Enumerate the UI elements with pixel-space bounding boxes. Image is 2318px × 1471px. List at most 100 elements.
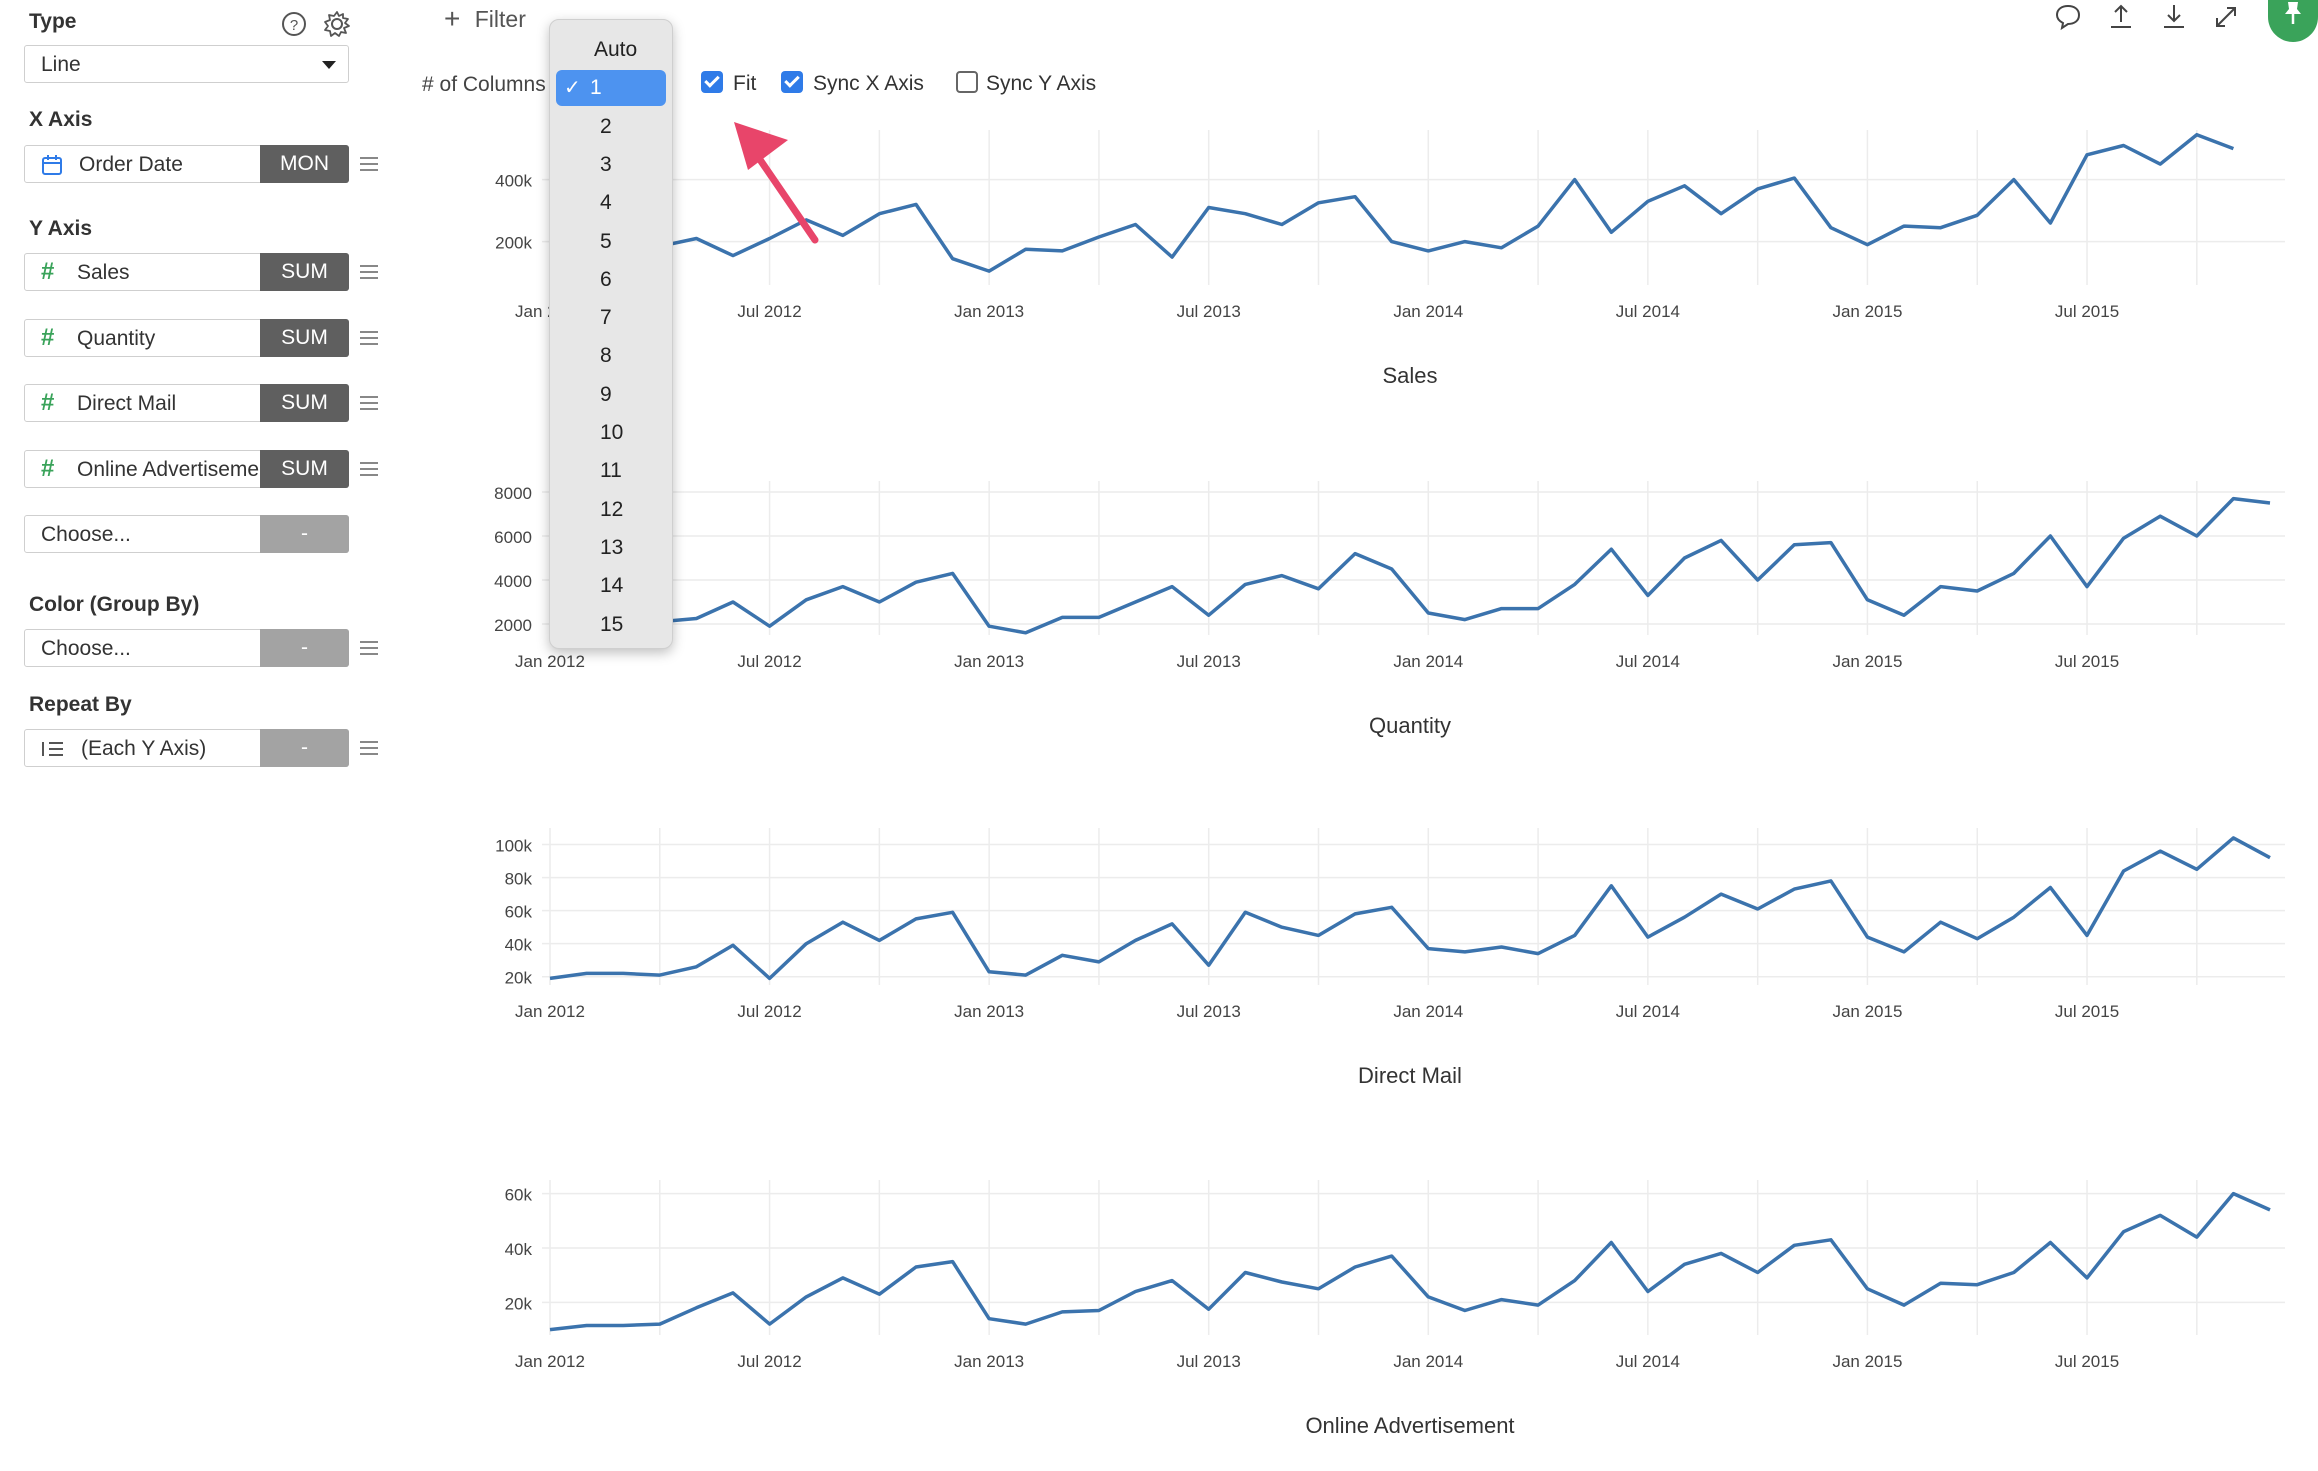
columns-option[interactable]: 8 bbox=[556, 338, 666, 374]
drag-handle-icon[interactable] bbox=[360, 157, 378, 171]
x-tick-label: Jul 2015 bbox=[2055, 1002, 2119, 1021]
line-chart-panel: 200k400kJan 2012Jul 2012Jan 2013Jul 2013… bbox=[495, 130, 2285, 388]
x-tick-label: Jan 2013 bbox=[954, 652, 1024, 671]
chart-title: Sales bbox=[1382, 363, 1437, 388]
columns-option[interactable]: ✓ 1 bbox=[556, 70, 666, 107]
columns-option[interactable]: 13 bbox=[556, 530, 666, 566]
columns-option[interactable]: 9 bbox=[556, 377, 666, 413]
y-axis-field-label: Sales bbox=[77, 261, 130, 284]
x-tick-label: Jul 2013 bbox=[1177, 302, 1241, 321]
columns-option-label: 8 bbox=[600, 344, 612, 368]
y-tick-label: 40k bbox=[505, 936, 533, 955]
color-group-label: Color (Group By) bbox=[29, 593, 200, 616]
x-axis-agg-button[interactable]: MON bbox=[260, 145, 349, 183]
x-axis-field[interactable]: Order Date MON bbox=[24, 145, 349, 183]
line-chart-panel: 20k 40k 60k 80k 100k Jan 2012 Jul 2012 Jan 2013… bbox=[495, 828, 2285, 1088]
y-axis-label: Y Axis bbox=[29, 217, 93, 240]
columns-option-label: 10 bbox=[600, 421, 624, 444]
repeat-by-field[interactable]: (Each Y Axis) - bbox=[24, 729, 349, 767]
y-axis-agg-button[interactable]: SUM bbox=[260, 384, 349, 422]
y-axis-field-sales[interactable]: # Sales SUM bbox=[24, 253, 349, 291]
y-axis-field-quantity[interactable]: # Quantity SUM bbox=[24, 319, 349, 357]
columns-option[interactable]: 15 bbox=[556, 607, 666, 643]
line-chart-panel: 2000 4000 6000 8000 Jan 2012 Jul 2012 Jan 2013… bbox=[494, 481, 2285, 738]
drag-handle-icon[interactable] bbox=[360, 396, 378, 410]
numeric-icon: # bbox=[41, 389, 55, 416]
y-tick-label: 6000 bbox=[494, 528, 532, 547]
drag-handle-icon[interactable] bbox=[360, 741, 378, 755]
columns-dropdown-menu[interactable]: Auto ✓ 1 2 3 4 5 6 7 8 9 10 11 12 13 14 15 bbox=[549, 19, 673, 649]
columns-option[interactable]: 2 bbox=[556, 109, 666, 145]
y-tick-label: 8000 bbox=[494, 484, 532, 503]
y-axis-choose-agg[interactable]: - bbox=[260, 515, 349, 553]
help-icon[interactable]: ? bbox=[280, 10, 308, 38]
x-tick-label: Jul 2014 bbox=[1616, 1002, 1680, 1021]
y-axis-agg-button[interactable]: SUM bbox=[260, 319, 349, 357]
columns-option[interactable]: 6 bbox=[556, 262, 666, 298]
x-tick-label: Jul 2015 bbox=[2055, 1352, 2119, 1371]
columns-option[interactable]: Auto bbox=[556, 32, 666, 68]
y-tick-label: 100k bbox=[495, 837, 532, 856]
x-tick-label: Jul 2013 bbox=[1177, 1002, 1241, 1021]
color-group-field[interactable]: Choose... - bbox=[24, 629, 349, 667]
expand-icon[interactable] bbox=[2211, 2, 2241, 32]
drag-handle-icon[interactable] bbox=[360, 641, 378, 655]
x-tick-label: Jan 2014 bbox=[1393, 1352, 1463, 1371]
x-tick-label: Jul 2013 bbox=[1177, 652, 1241, 671]
columns-option-label: 1 bbox=[590, 76, 602, 100]
x-tick-label: Jul 2014 bbox=[1616, 1352, 1680, 1371]
columns-option[interactable]: 14 bbox=[556, 568, 666, 604]
x-tick-label: Jul 2012 bbox=[737, 1352, 801, 1371]
columns-option-label: 3 bbox=[600, 152, 612, 176]
comment-icon[interactable] bbox=[2053, 2, 2083, 32]
fit-label: Fit bbox=[733, 72, 757, 95]
drag-handle-icon[interactable] bbox=[360, 265, 378, 279]
columns-option[interactable]: 5 bbox=[556, 224, 666, 260]
chevron-down-icon bbox=[322, 61, 336, 69]
columns-option-label: Auto bbox=[594, 38, 638, 61]
gear-icon[interactable] bbox=[322, 9, 352, 39]
columns-option-label: 14 bbox=[600, 574, 624, 598]
y-axis-field-online-advertisement[interactable]: # Online Advertisement SUM bbox=[24, 450, 349, 488]
download-icon[interactable] bbox=[2159, 2, 2189, 32]
columns-option[interactable]: 3 bbox=[556, 147, 666, 183]
y-axis-choose-field[interactable]: Choose... - bbox=[24, 515, 349, 553]
sync-x-axis-checkbox[interactable] bbox=[781, 71, 803, 93]
columns-option-label: 2 bbox=[600, 114, 612, 138]
sync-y-axis-checkbox[interactable] bbox=[956, 71, 978, 93]
plus-icon: + bbox=[444, 3, 461, 34]
columns-option[interactable]: 7 bbox=[556, 300, 666, 336]
x-tick-label: Jul 2012 bbox=[737, 1002, 801, 1021]
columns-option[interactable]: 4 bbox=[556, 185, 666, 221]
x-tick-label: Jan 2014 bbox=[1393, 1002, 1463, 1021]
chart-type-select[interactable]: Line bbox=[24, 45, 349, 83]
y-tick-label: 20k bbox=[505, 1294, 533, 1313]
y-axis-agg-button[interactable]: SUM bbox=[260, 450, 349, 488]
drag-handle-icon[interactable] bbox=[360, 331, 378, 345]
x-axis-label: X Axis bbox=[29, 108, 93, 131]
fit-checkbox[interactable] bbox=[701, 71, 723, 93]
y-axis-field-direct-mail[interactable]: # Direct Mail SUM bbox=[24, 384, 349, 422]
line-chart-panel: 20k 40k 60k Jan 2012 Jul 2012 Jan 2013 Jul 201… bbox=[505, 1180, 2285, 1438]
numeric-icon: # bbox=[41, 455, 55, 482]
y-axis-agg-button[interactable]: SUM bbox=[260, 253, 349, 291]
columns-option-label: 4 bbox=[600, 191, 612, 215]
upload-icon[interactable] bbox=[2106, 2, 2136, 32]
repeat-by-agg[interactable]: - bbox=[260, 729, 349, 767]
filter-button-label: Filter bbox=[474, 6, 526, 32]
columns-option-label: 13 bbox=[600, 535, 624, 559]
y-tick-label: 400k bbox=[495, 172, 532, 191]
columns-option[interactable]: 10 bbox=[556, 415, 666, 451]
numeric-icon: # bbox=[41, 258, 55, 285]
pin-button[interactable] bbox=[2268, 0, 2318, 42]
columns-option[interactable]: 12 bbox=[556, 492, 666, 528]
y-axis-field-label: Direct Mail bbox=[77, 392, 177, 415]
columns-option[interactable]: 11 bbox=[556, 453, 666, 489]
columns-option-label: 15 bbox=[600, 612, 624, 636]
filter-button[interactable]: + Filter bbox=[444, 2, 526, 34]
drag-handle-icon[interactable] bbox=[360, 462, 378, 476]
y-tick-label: 60k bbox=[505, 903, 533, 922]
color-group-agg[interactable]: - bbox=[260, 629, 349, 667]
x-tick-label: Jul 2014 bbox=[1616, 652, 1680, 671]
y-tick-label: 40k bbox=[505, 1240, 533, 1259]
